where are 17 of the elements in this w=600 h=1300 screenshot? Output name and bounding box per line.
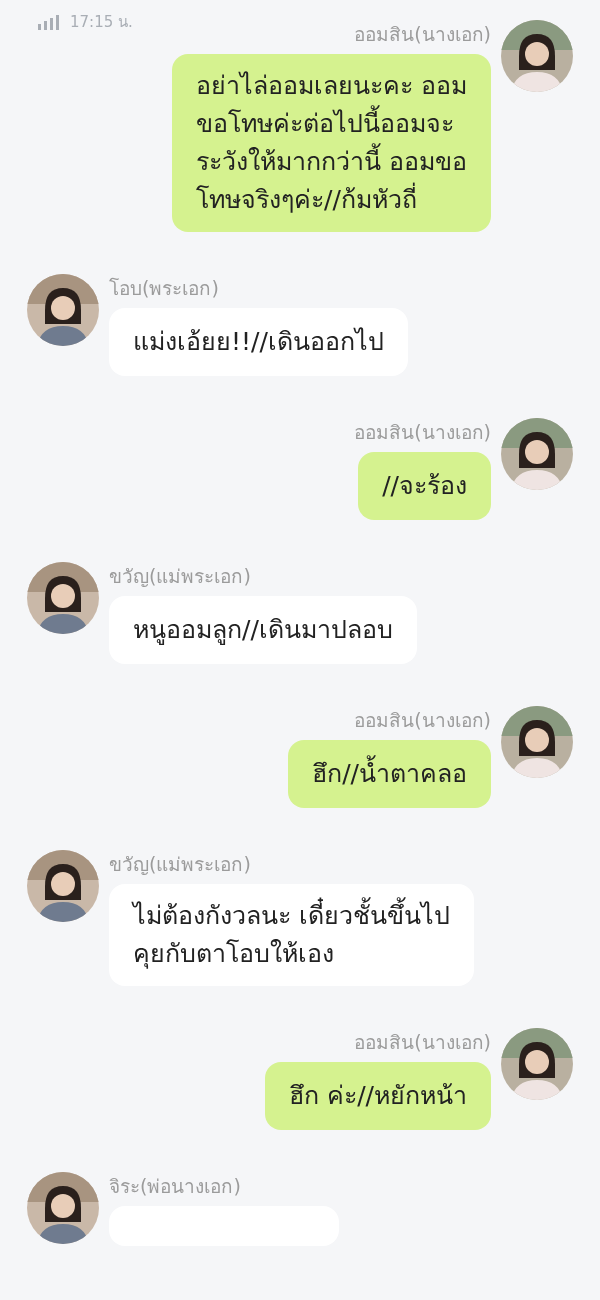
signal-icon: [36, 14, 62, 30]
sender-name: ขวัญ(แม่พระเอก): [109, 564, 251, 588]
status-time: 17:15 น.: [70, 12, 133, 33]
sender-name: จิระ(พ่อนางเอก): [109, 1174, 241, 1198]
message-bubble: ไม่ต้องกังวลนะ เดี๋ยวชั้นขึ้นไป คุยกับตาโอบให้เอง: [109, 884, 474, 986]
sender-name: ขวัญ(แม่พระเอก): [109, 852, 251, 876]
sender-name: ออมสิน(นางเอก): [354, 1030, 491, 1054]
message-bubble: //จะร้อง: [358, 452, 491, 520]
message-bubble: หนูออมลูก//เดินมาปลอบ: [109, 596, 417, 664]
sender-name: ออมสิน(นางเอก): [354, 420, 491, 444]
message-bubble: ฮึก ค่ะ//หยักหน้า: [265, 1062, 491, 1130]
sender-name: โอบ(พระเอก): [109, 276, 219, 300]
message-bubble: อย่าไล่ออมเลยนะคะ ออม ขอโทษค่ะต่อไปนี้ออมจะ ระวังให้มากกว่านี้ ออมขอ โทษจริงๆค่ะ//ก้มหัวถี่: [172, 54, 491, 232]
message-bubble: ฮึก//น้ำตาคลอ: [288, 740, 491, 808]
message-bubble: แม่งเอ้ยย!!//เดินออกไป: [109, 308, 408, 376]
sender-name: ออมสิน(นางเอก): [354, 708, 491, 732]
sender-name: ออมสิน(นางเอก): [354, 22, 491, 46]
